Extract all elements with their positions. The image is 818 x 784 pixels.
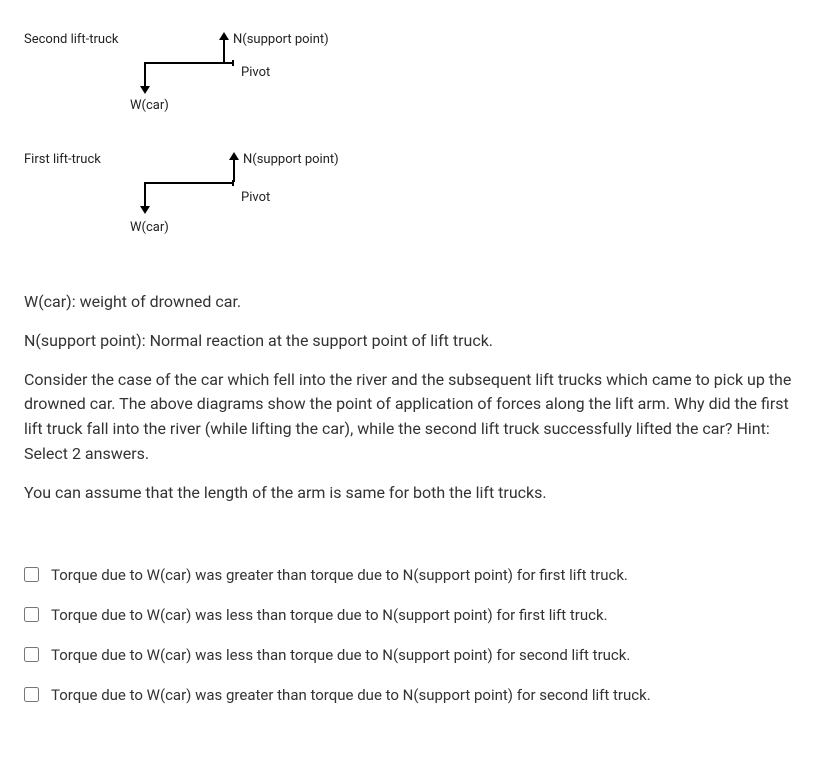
option-1-checkbox[interactable]: [24, 607, 39, 622]
arm-line: [144, 182, 234, 184]
diagrams-container: Second lift-truck N(support point) Pivot…: [24, 20, 794, 250]
pivot-label: Pivot: [241, 65, 270, 80]
n-support-label: N(support point): [243, 152, 339, 167]
first-truck-title: First lift-truck: [24, 152, 101, 167]
question-assumption: You can assume that the length of the ar…: [24, 481, 794, 506]
arrow-down-icon: [140, 86, 150, 94]
arrow-up-icon: [219, 32, 229, 40]
first-truck-diagram: First lift-truck N(support point) Pivot …: [24, 140, 794, 240]
definition-wcar: W(car): weight of drowned car.: [24, 290, 794, 315]
arrow-up-shaft: [223, 40, 225, 62]
pivot-tick: [232, 60, 234, 66]
second-truck-title: Second lift-truck: [24, 32, 118, 47]
question-text-section: W(car): weight of drowned car. N(support…: [24, 290, 794, 506]
wcar-label: W(car): [130, 98, 169, 113]
question-body: Consider the case of the car which fell …: [24, 368, 794, 467]
arrow-down-icon: [140, 206, 150, 214]
pivot-label: Pivot: [241, 190, 270, 205]
second-truck-diagram: Second lift-truck N(support point) Pivot…: [24, 20, 794, 120]
arrow-up-shaft: [233, 160, 235, 182]
option-3-checkbox[interactable]: [24, 687, 39, 702]
option-0-label: Torque due to W(car) was greater than to…: [51, 566, 628, 584]
option-2[interactable]: Torque due to W(car) was less than torqu…: [24, 646, 794, 664]
option-1-label: Torque due to W(car) was less than torqu…: [51, 606, 608, 624]
option-3[interactable]: Torque due to W(car) was greater than to…: [24, 686, 794, 704]
option-2-label: Torque due to W(car) was less than torqu…: [51, 646, 630, 664]
option-0-checkbox[interactable]: [24, 567, 39, 582]
option-0[interactable]: Torque due to W(car) was greater than to…: [24, 566, 794, 584]
options-list: Torque due to W(car) was greater than to…: [24, 566, 794, 704]
arrow-down-shaft: [144, 64, 146, 86]
pivot-tick: [232, 180, 234, 186]
option-1[interactable]: Torque due to W(car) was less than torqu…: [24, 606, 794, 624]
definition-nsupport: N(support point): Normal reaction at the…: [24, 329, 794, 354]
arrow-down-shaft: [144, 184, 146, 206]
option-3-label: Torque due to W(car) was greater than to…: [51, 686, 651, 704]
arm-line: [144, 62, 234, 64]
wcar-label: W(car): [130, 220, 169, 235]
arrow-up-icon: [229, 152, 239, 160]
n-support-label: N(support point): [233, 32, 329, 47]
option-2-checkbox[interactable]: [24, 647, 39, 662]
